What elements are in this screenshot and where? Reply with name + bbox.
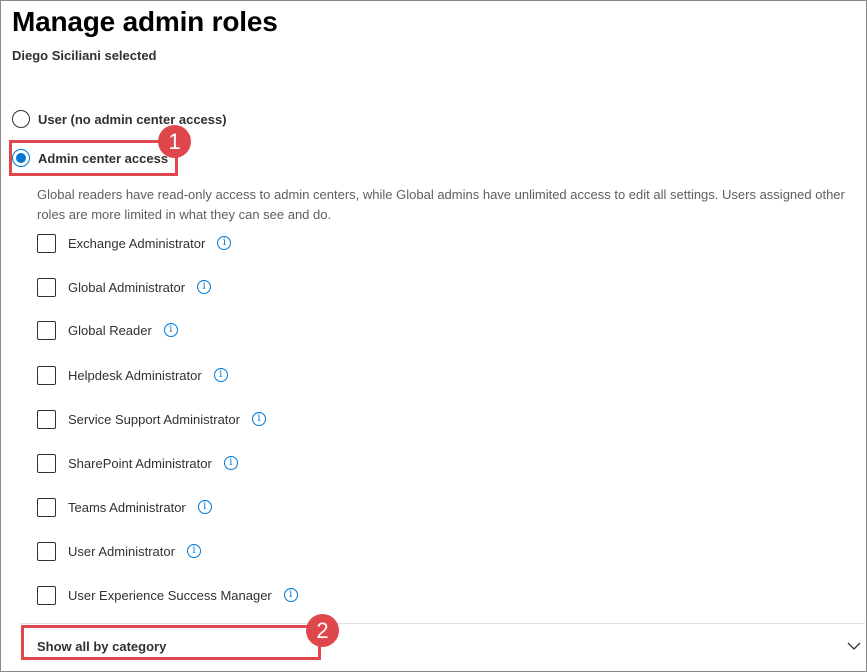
role-exchange-administrator[interactable]: Exchange Administrator i (37, 233, 232, 253)
role-label: Teams Administrator (68, 499, 186, 515)
role-sharepoint-administrator[interactable]: SharePoint Administrator i (37, 453, 238, 473)
radio-label: User (no admin center access) (38, 111, 227, 127)
role-label: SharePoint Administrator (68, 455, 212, 471)
role-label: Helpdesk Administrator (68, 367, 202, 383)
info-icon[interactable]: i (197, 500, 212, 514)
access-description: Global readers have read-only access to … (37, 187, 845, 222)
role-user-experience-success-manager[interactable]: User Experience Success Manager i (37, 585, 298, 605)
info-icon[interactable]: i (283, 588, 298, 602)
radio-button[interactable] (12, 110, 30, 128)
role-global-administrator[interactable]: Global Administrator i (37, 277, 212, 297)
page-subtitle: Diego Siciliani selected (12, 48, 157, 63)
info-icon[interactable]: i (213, 368, 228, 382)
info-icon[interactable]: i (197, 280, 212, 294)
role-label: Service Support Administrator (68, 411, 240, 427)
checkbox[interactable] (37, 277, 56, 297)
checkbox[interactable] (37, 365, 56, 385)
page-title: Manage admin roles (12, 6, 278, 37)
info-icon[interactable]: i (217, 236, 232, 250)
checkbox[interactable] (37, 233, 56, 253)
annotation-badge-1: 1 (158, 125, 191, 158)
checkbox[interactable] (37, 497, 56, 517)
checkbox[interactable] (37, 585, 56, 605)
info-icon[interactable]: i (223, 456, 238, 470)
checkbox[interactable] (37, 453, 56, 473)
annotation-highlight-2 (21, 625, 321, 660)
info-icon[interactable]: i (251, 412, 266, 426)
role-label: Global Administrator (68, 279, 186, 295)
role-label: User Experience Success Manager (68, 587, 272, 603)
role-service-support-administrator[interactable]: Service Support Administrator i (37, 409, 266, 429)
checkbox[interactable] (37, 409, 56, 429)
info-icon[interactable]: i (186, 544, 201, 558)
role-label: User Administrator (68, 543, 175, 559)
checkbox[interactable] (37, 541, 56, 561)
role-user-administrator[interactable]: User Administrator i (37, 541, 201, 561)
info-icon[interactable]: i (163, 323, 178, 337)
role-label: Exchange Administrator (68, 235, 206, 251)
role-label: Global Reader (68, 322, 152, 338)
role-helpdesk-administrator[interactable]: Helpdesk Administrator i (37, 365, 228, 385)
checkbox[interactable] (37, 320, 56, 340)
role-teams-administrator[interactable]: Teams Administrator i (37, 497, 212, 517)
chevron-down-icon[interactable] (847, 639, 861, 653)
role-global-reader[interactable]: Global Reader i (37, 320, 178, 340)
annotation-highlight-1 (9, 140, 178, 176)
radio-user-no-access[interactable]: User (no admin center access) (12, 110, 227, 128)
annotation-badge-2: 2 (306, 614, 339, 647)
